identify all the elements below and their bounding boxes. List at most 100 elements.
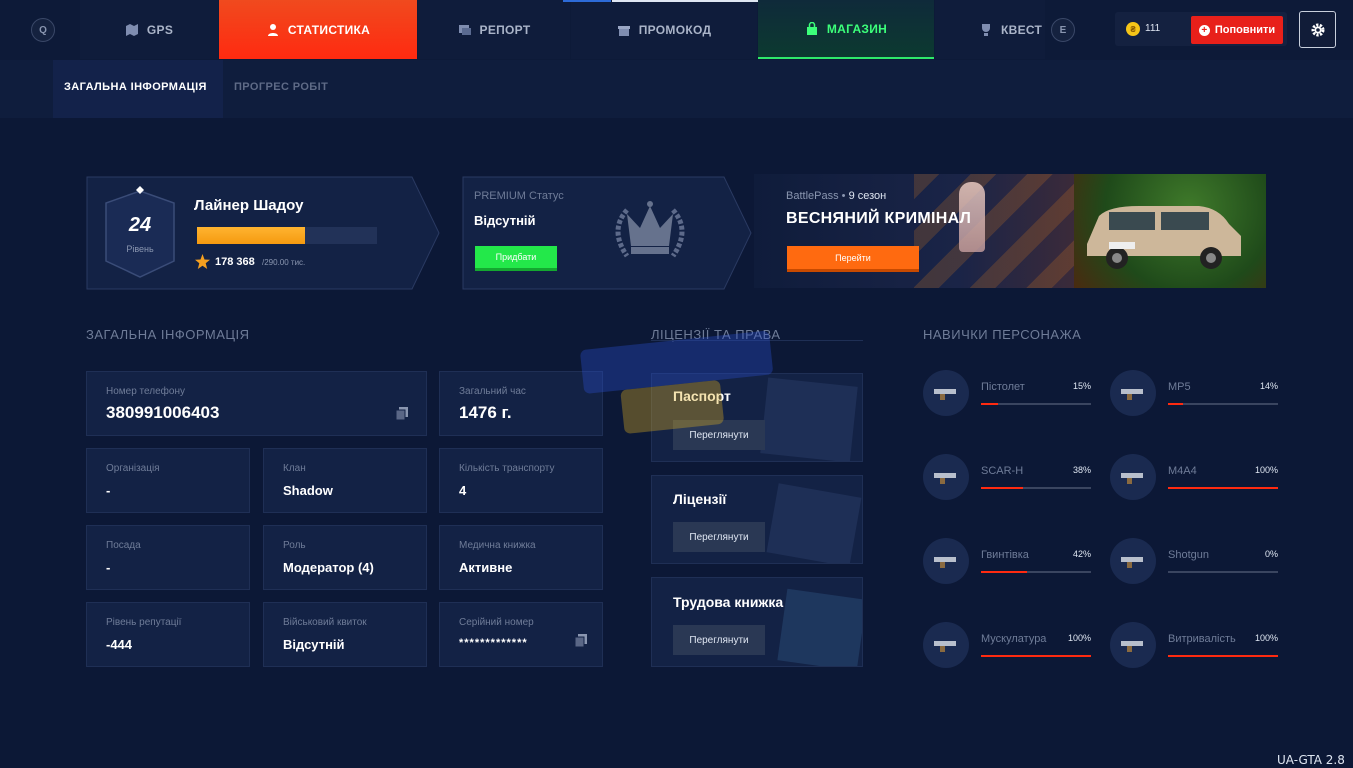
military-value: Відсутній [283, 637, 345, 652]
passport-card: Паспорт Переглянути [651, 373, 863, 462]
skill-progress-fill [981, 655, 1091, 657]
skill-percent: 15% [1072, 381, 1091, 391]
medical-book-label: Медична книжка [459, 540, 536, 551]
tab-statistics[interactable]: СТАТИСТИКА [219, 0, 417, 59]
skill-progress-fill [1168, 655, 1278, 657]
battlepass-meta: BattlePass • 9 сезон [786, 190, 887, 202]
tab-quests[interactable]: КВЕСТ [935, 0, 1045, 59]
skill-progress-fill [1168, 403, 1184, 405]
coin-icon: ₴ [1126, 22, 1140, 36]
map-icon [125, 23, 138, 36]
tab-statistics-label: СТАТИСТИКА [287, 22, 371, 37]
skill-percent: 100% [1254, 465, 1278, 475]
topup-button[interactable]: + Поповнити [1191, 16, 1283, 44]
tab-gps[interactable]: GPS [80, 0, 218, 59]
version-label: UA-GTA 2.8 [1277, 753, 1345, 767]
subtab-general-info[interactable]: ЗАГАЛЬНА ІНФОРМАЦІЯ [64, 81, 207, 93]
skills-title: НАВИЧКИ ПЕРСОНАЖА [923, 327, 1082, 342]
licenses-card: Ліцензії Переглянути [651, 475, 863, 564]
workbook-document-image [777, 588, 862, 666]
licenses-view-button[interactable]: Переглянути [673, 522, 765, 552]
skill-progress-fill [981, 571, 1028, 573]
skill-percent: 42% [1072, 549, 1091, 559]
license-document-image [766, 483, 862, 563]
smg-icon [1110, 370, 1156, 416]
premium-status: Відсутній [474, 213, 536, 228]
copy-phone-icon[interactable] [395, 406, 409, 420]
premium-buy-button[interactable]: Придбати [475, 246, 557, 271]
tab-promocode[interactable]: ПРОМОКОД [571, 0, 757, 59]
organization-value: - [106, 483, 111, 498]
skill-progress-bar [1168, 571, 1278, 573]
plus-circle-icon: + [1198, 24, 1210, 36]
role-label: Роль [283, 540, 306, 551]
xp-bar-fill [197, 227, 305, 244]
tab-quests-label: КВЕСТ [1001, 22, 1043, 37]
workbook-card: Трудова книжка Переглянути [651, 577, 863, 667]
skill-name: Shotgun [1168, 549, 1209, 561]
xp-bar [197, 227, 377, 244]
licenses-divider [651, 340, 863, 341]
military-label: Військовий квиток [283, 617, 367, 628]
gear-icon [1311, 23, 1324, 36]
skill-progress-fill [1168, 487, 1278, 489]
level-label: Рівень [126, 244, 154, 254]
serial-label: Серійний номер [459, 617, 534, 628]
xp-max: /290.00 тис. [262, 258, 306, 267]
skill-progress-fill [981, 403, 998, 405]
reputation-card: Рівень репутації -444 [86, 602, 250, 667]
gift-icon [617, 25, 630, 36]
topup-label: Поповнити [1214, 24, 1276, 36]
medical-book-value: Активне [459, 560, 513, 575]
tab-shop[interactable]: МАГАЗИН [758, 0, 934, 59]
clan-label: Клан [283, 463, 306, 474]
battlepass-season: 9 сезон [848, 190, 887, 202]
skill-progress-fill [981, 487, 1023, 489]
skill-progress-bar [981, 487, 1091, 489]
medical-book-card: Медична книжка Активне [439, 525, 603, 590]
total-time-label: Загальний час [459, 386, 526, 397]
sniper-rifle-icon [923, 538, 969, 584]
passport-view-button[interactable]: Переглянути [673, 420, 765, 450]
xp-value: 178 368 [215, 256, 255, 268]
transport-value: 4 [459, 483, 467, 498]
coin-balance: 111 [1145, 23, 1161, 34]
phone-value: 380991006403 [106, 403, 220, 422]
workbook-view-button[interactable]: Переглянути [673, 625, 765, 655]
reputation-value: -444 [106, 637, 133, 652]
skill-name: MP5 [1168, 381, 1191, 393]
tab-report[interactable]: РЕПОРТ [418, 0, 570, 59]
user-icon [267, 23, 278, 36]
position-card: Посада - [86, 525, 250, 590]
player-name: Лайнер Шадоу [194, 197, 304, 214]
assault-rifle-icon [1110, 454, 1156, 500]
general-info-title: ЗАГАЛЬНА ІНФОРМАЦІЯ [86, 327, 250, 342]
skill-percent: 14% [1259, 381, 1278, 391]
settings-button[interactable] [1299, 11, 1336, 48]
skill-progress-bar [981, 655, 1091, 657]
skill-progress-bar [981, 571, 1091, 573]
skill-name: Пістолет [981, 381, 1025, 393]
serial-card: Серійний номер ************* [439, 602, 603, 667]
tab-report-label: РЕПОРТ [479, 22, 531, 37]
tab-gps-label: GPS [146, 22, 174, 37]
role-value: Модератор (4) [283, 560, 374, 575]
position-label: Посада [106, 540, 141, 551]
subtab-work-progress[interactable]: ПРОГРЕС РОБІТ [234, 81, 328, 93]
workbook-title: Трудова книжка [673, 594, 784, 610]
skill-progress-bar [1168, 655, 1278, 657]
hotkey-e-hint: E [1051, 18, 1075, 42]
battlepass-go-button[interactable]: Перейти [787, 246, 919, 272]
organization-card: Організація - [86, 448, 250, 513]
stamina-icon [1110, 622, 1156, 668]
skill-percent: 0% [1264, 549, 1278, 559]
hotkey-q-hint: Q [31, 18, 55, 42]
skill-progress-bar [1168, 487, 1278, 489]
clan-value: Shadow [283, 483, 333, 498]
rifle-icon [923, 454, 969, 500]
tab-indicator [563, 0, 611, 2]
shotgun-icon [1110, 538, 1156, 584]
battlepass-label: BattlePass [786, 190, 839, 202]
organization-label: Організація [106, 463, 160, 474]
copy-serial-icon[interactable] [574, 633, 588, 647]
